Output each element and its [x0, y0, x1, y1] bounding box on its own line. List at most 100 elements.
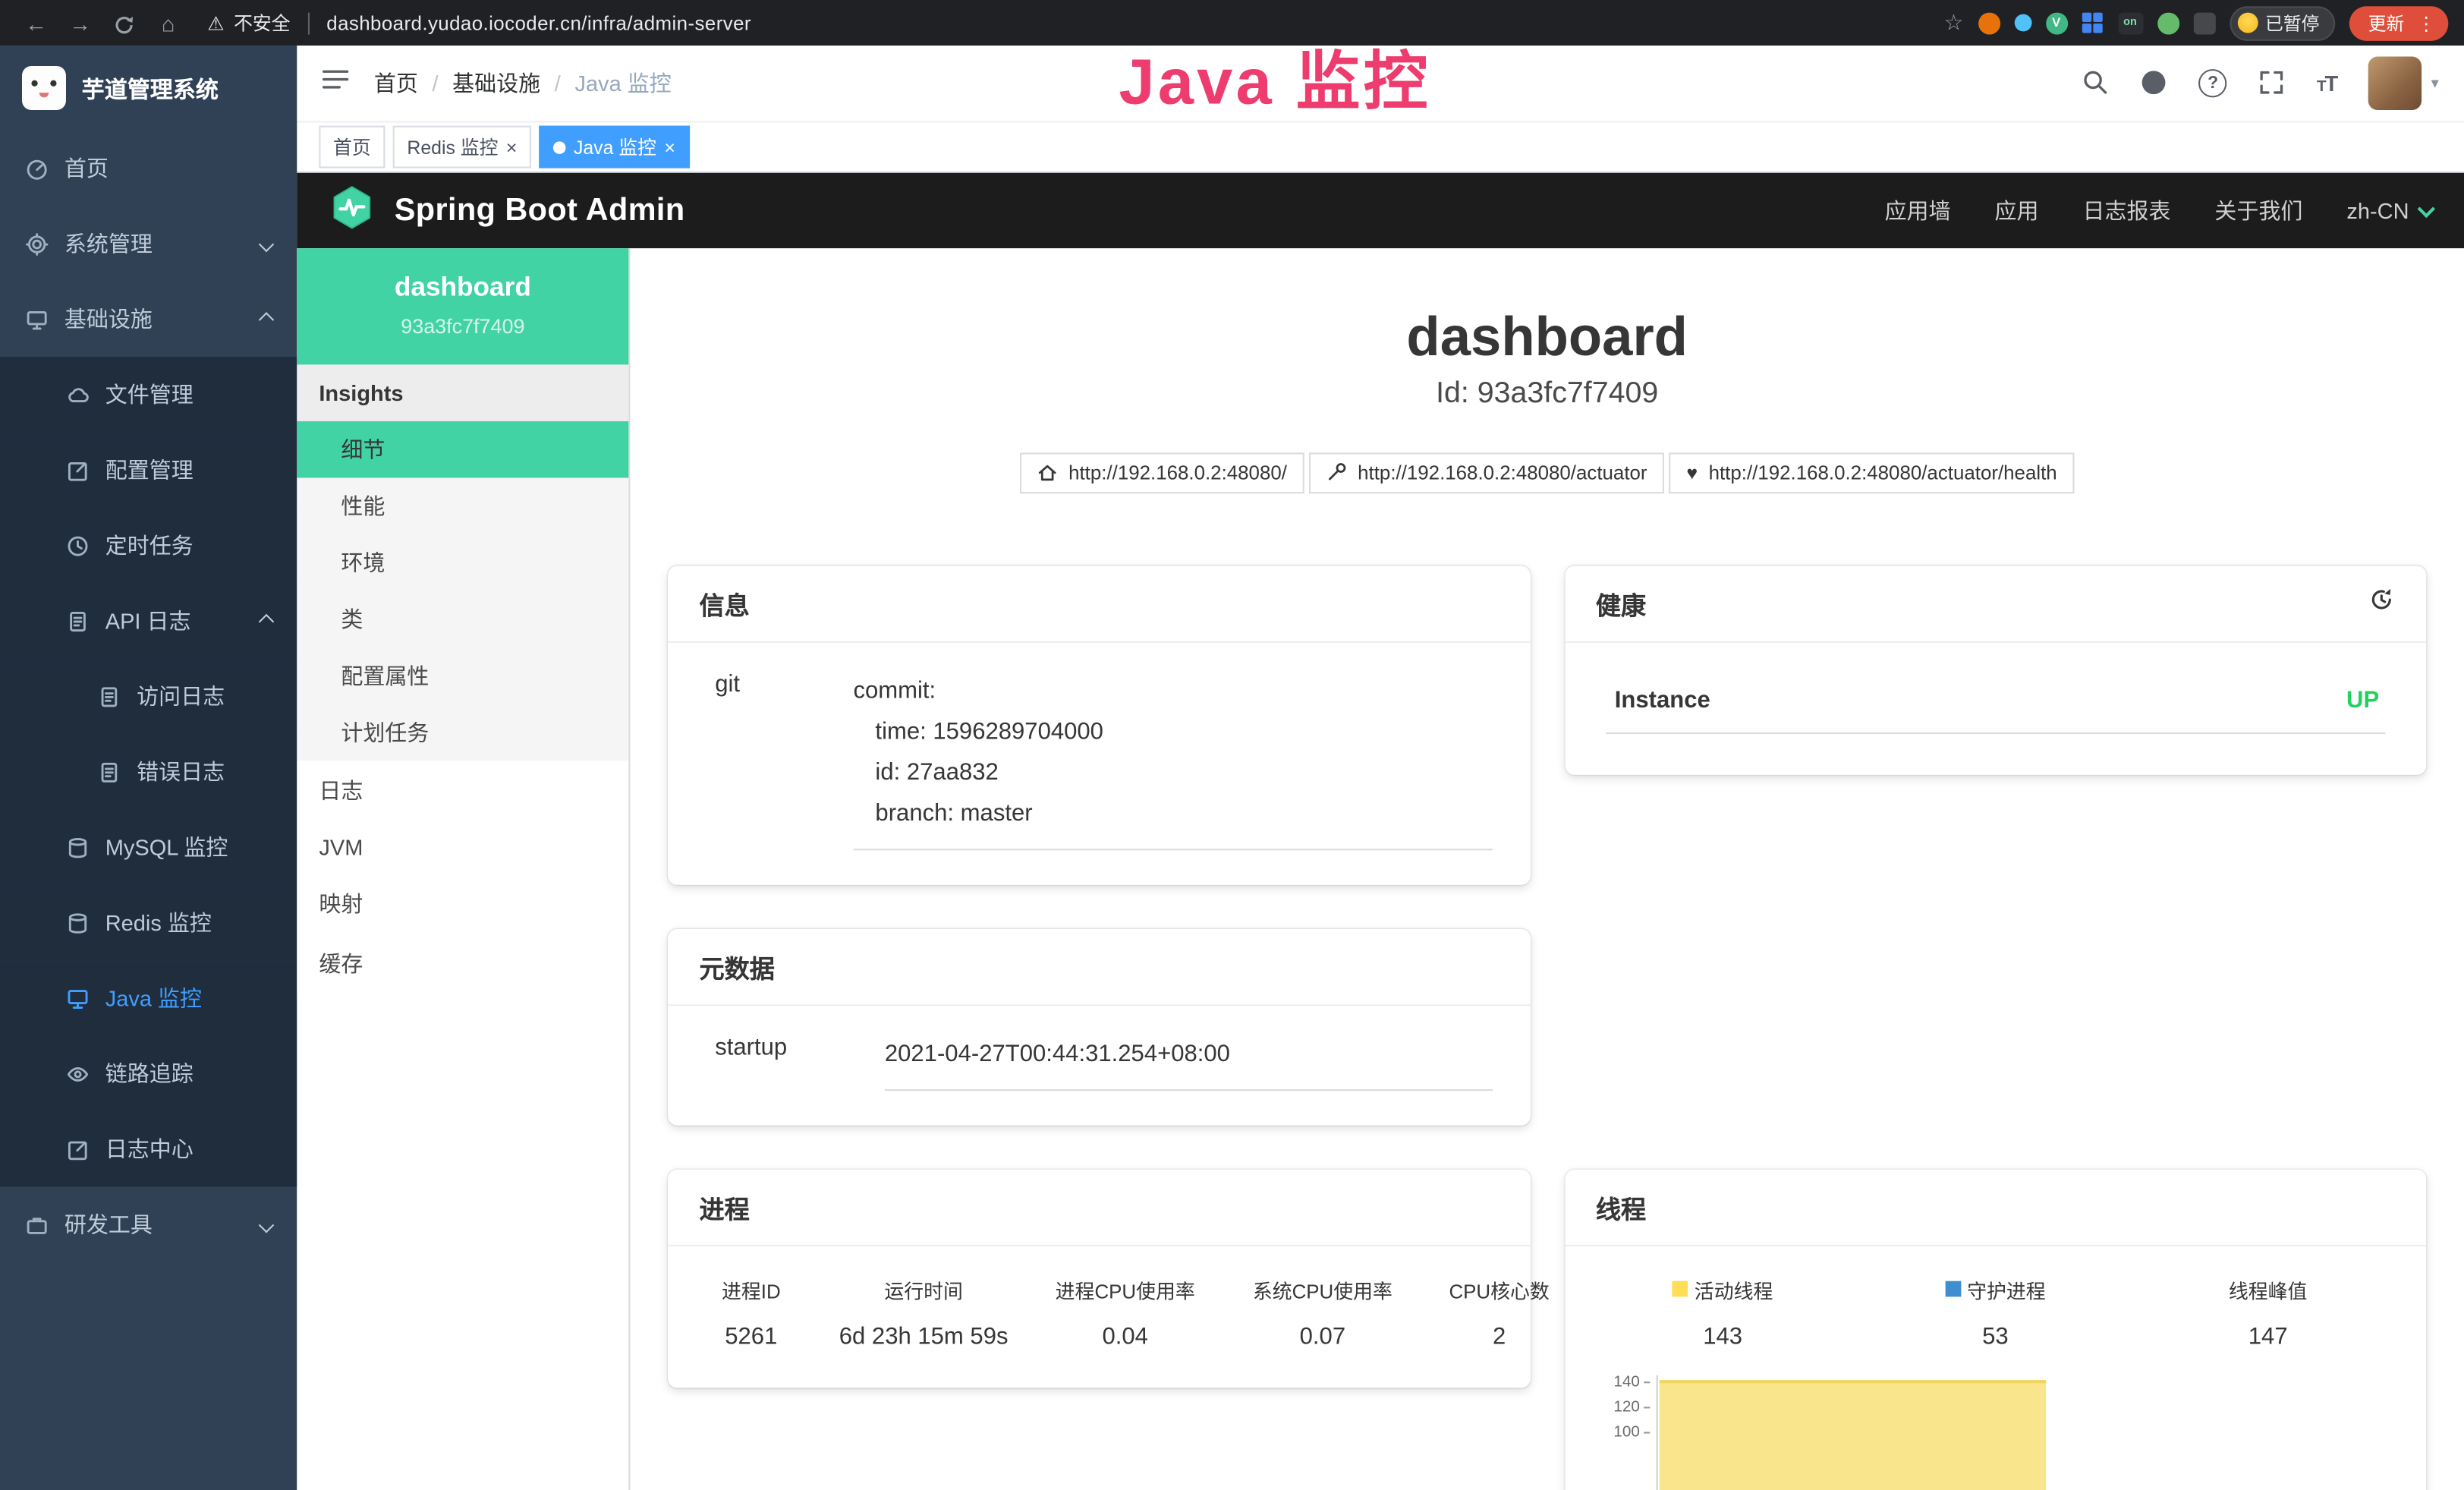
metadata-card-title: 元数据	[700, 947, 775, 985]
sidebar-item-mappings[interactable]: 映射	[297, 874, 628, 934]
sidebar-item-api-logs[interactable]: API 日志	[0, 583, 297, 658]
sidebar-item-java-monitor[interactable]: Java 监控	[0, 960, 297, 1035]
locale-selector[interactable]: zh-CN	[2346, 198, 2432, 223]
sidebar-item-system-mgmt[interactable]: 系统管理	[0, 206, 297, 281]
sidebar-item-tracing[interactable]: 链路追踪	[0, 1036, 297, 1111]
insights-item-metrics[interactable]: 性能	[297, 478, 628, 535]
process-col-cpu-cores: CPU核心数 2	[1424, 1274, 1575, 1349]
health-card: 健康 Instance UP	[1564, 565, 2426, 773]
chevron-up-icon	[259, 311, 274, 326]
sidebar-item-home[interactable]: 首页	[0, 131, 297, 206]
sidebar-item-infrastructure[interactable]: 基础设施	[0, 282, 297, 357]
history-icon[interactable]	[2368, 585, 2395, 620]
app-logo	[22, 66, 66, 110]
actuator-url-link[interactable]: http://192.168.0.2:48080/actuator	[1309, 452, 1664, 493]
back-icon[interactable]: ←	[16, 10, 57, 35]
health-url-link[interactable]: ♥ http://192.168.0.2:48080/actuator/heal…	[1669, 452, 2075, 493]
extension-leaf-icon[interactable]	[2157, 12, 2179, 34]
insights-item-environment[interactable]: 环境	[297, 534, 628, 591]
security-chip[interactable]: ⚠ 不安全	[207, 9, 290, 36]
sba-nav-wallboard[interactable]: 应用墙	[1885, 195, 1951, 226]
user-menu[interactable]: ▾	[2368, 57, 2439, 110]
sidebar-item-jvm[interactable]: JVM	[297, 821, 628, 874]
health-status-badge: UP	[2346, 686, 2379, 713]
tab-redis-monitor[interactable]: Redis 监控 ×	[393, 126, 531, 169]
sidebar-item-log-center[interactable]: 日志中心	[0, 1111, 297, 1186]
sidebar-item-access-logs[interactable]: 访问日志	[0, 659, 297, 734]
help-icon[interactable]: ?	[2199, 69, 2227, 97]
gear-icon	[25, 232, 49, 255]
app-logo-row[interactable]: 芋道管理系统	[0, 46, 297, 131]
instance-sidebar: dashboard 93a3fc7f7409 Insights 细节 性能 环境…	[297, 248, 630, 1490]
annotation-java-monitor: Java 监控	[1119, 28, 1430, 122]
eye-icon	[66, 1062, 90, 1085]
sidebar-item-config-mgmt[interactable]: 配置管理	[0, 432, 297, 507]
sba-navbar: Spring Boot Admin 应用墙 应用 日志报表 关于我们 zh-CN	[297, 173, 2464, 248]
info-key: git	[706, 670, 854, 849]
github-icon[interactable]	[2141, 69, 2167, 97]
instance-header[interactable]: dashboard 93a3fc7f7409	[297, 248, 628, 364]
blue-legend-swatch	[1945, 1281, 1961, 1297]
close-icon[interactable]: ×	[664, 137, 675, 156]
infrastructure-icon	[25, 307, 49, 331]
tab-home[interactable]: 首页	[319, 126, 385, 169]
heart-icon: ♥	[1686, 461, 1698, 484]
hamburger-icon[interactable]	[323, 68, 349, 99]
sidebar-item-caches[interactable]: 缓存	[297, 934, 628, 994]
close-icon[interactable]: ×	[506, 137, 518, 156]
database-icon	[66, 911, 90, 934]
wrench-icon	[1326, 462, 1347, 483]
fullscreen-icon[interactable]	[2258, 69, 2285, 97]
document-icon	[97, 685, 121, 708]
breadcrumb-home[interactable]: 首页	[374, 68, 418, 99]
profile-paused-badge[interactable]: 已暂停	[2229, 5, 2335, 40]
forward-icon[interactable]: →	[60, 10, 101, 35]
database-icon	[66, 836, 90, 859]
metadata-key: startup	[706, 1034, 885, 1091]
insights-item-scheduled-tasks[interactable]: 计划任务	[297, 704, 628, 761]
extension-puzzle-icon[interactable]	[2193, 12, 2215, 34]
address-bar[interactable]: dashboard.yudao.iocoder.cn/infra/admin-s…	[326, 12, 751, 34]
search-icon[interactable]	[2082, 69, 2109, 97]
reload-icon[interactable]	[104, 10, 145, 36]
clock-icon	[66, 534, 90, 557]
toolbar-right: ☆ V on 已暂停 更新 ⋮	[1943, 5, 2448, 40]
sba-nav-journal[interactable]: 日志报表	[2082, 195, 2170, 226]
sidebar-item-scheduled-jobs[interactable]: 定时任务	[0, 508, 297, 583]
security-label: 不安全	[234, 9, 291, 36]
app-sidebar: 芋道管理系统 首页 系统管理 基础设施 文件管理 配置	[0, 46, 297, 1490]
sidebar-item-file-mgmt[interactable]: 文件管理	[0, 357, 297, 432]
active-dot	[553, 140, 566, 153]
bookmark-star-icon[interactable]: ☆	[1943, 9, 1963, 36]
cloud-icon	[66, 383, 90, 406]
service-url-link[interactable]: http://192.168.0.2:48080/	[1020, 452, 1304, 493]
health-instance-row: Instance UP	[1605, 676, 2385, 733]
legend-daemon-threads: 守护进程 53	[1859, 1274, 2132, 1349]
font-size-icon[interactable]: TT	[2317, 71, 2337, 96]
sba-brand[interactable]: Spring Boot Admin	[395, 193, 685, 229]
instance-id: 93a3fc7f7409	[313, 314, 613, 338]
process-card: 进程 进程ID 5261 运行时间	[668, 1169, 1530, 1388]
extension-orange-icon[interactable]	[1978, 12, 2000, 34]
extension-vue-devtools-icon[interactable]: V	[2045, 12, 2067, 34]
info-card-title: 信息	[700, 584, 750, 622]
process-col-system-cpu: 系统CPU使用率 0.07	[1222, 1274, 1424, 1349]
home-icon[interactable]: ⌂	[148, 10, 189, 35]
extension-grid-icon[interactable]	[2082, 12, 2104, 34]
insights-item-classes[interactable]: 类	[297, 591, 628, 648]
tab-java-monitor[interactable]: Java 监控 ×	[539, 126, 689, 169]
chrome-update-button[interactable]: 更新 ⋮	[2349, 5, 2448, 40]
sidebar-item-redis-monitor[interactable]: Redis 监控	[0, 885, 297, 960]
insights-item-config-props[interactable]: 配置属性	[297, 647, 628, 704]
extension-drop-icon[interactable]	[2014, 14, 2031, 32]
sidebar-item-dev-tools[interactable]: 研发工具	[0, 1186, 297, 1262]
extension-on-badge[interactable]: on	[2117, 12, 2142, 34]
sidebar-item-logs[interactable]: 日志	[297, 761, 628, 821]
sidebar-item-error-logs[interactable]: 错误日志	[0, 734, 297, 809]
sba-nav-applications[interactable]: 应用	[1995, 195, 2039, 226]
avatar	[2368, 57, 2422, 110]
insights-item-details[interactable]: 细节	[297, 421, 628, 478]
sidebar-item-mysql-monitor[interactable]: MySQL 监控	[0, 809, 297, 884]
sba-nav-about[interactable]: 关于我们	[2214, 195, 2302, 226]
breadcrumb-section[interactable]: 基础设施	[452, 68, 540, 99]
